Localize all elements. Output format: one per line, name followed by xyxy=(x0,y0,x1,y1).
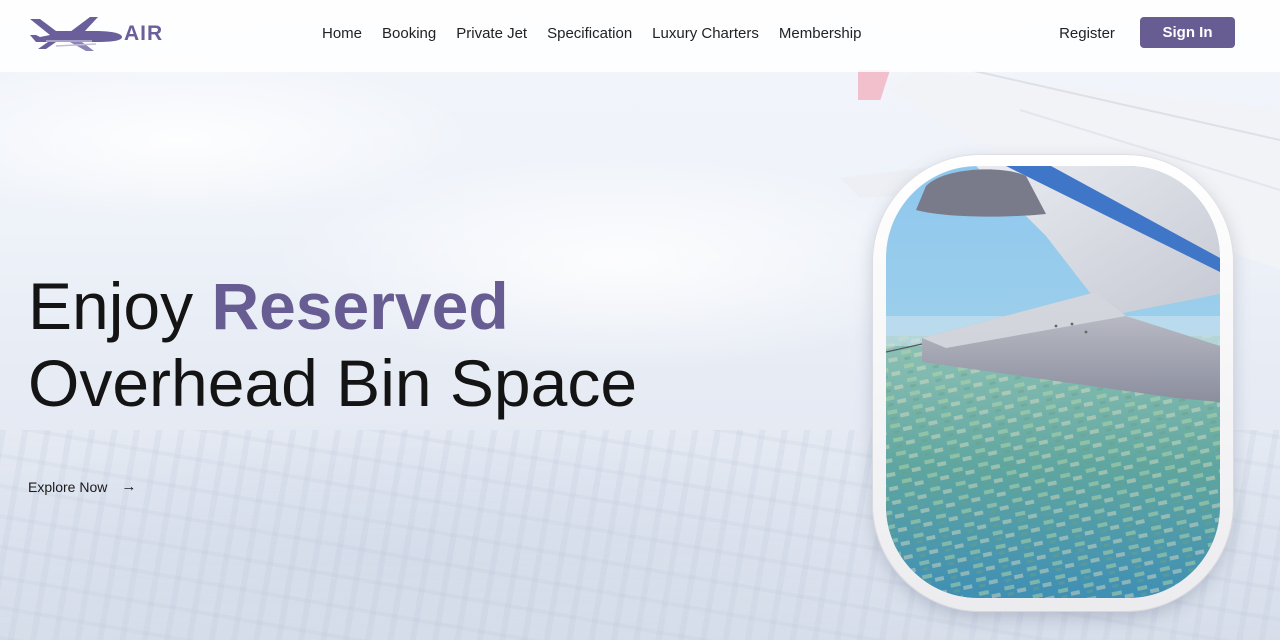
brand-name: AIR xyxy=(124,22,164,45)
hero-headline: Enjoy Reserved Overhead Bin Space xyxy=(28,268,728,422)
arrow-right-icon: → xyxy=(121,478,137,495)
window-wing-scene xyxy=(886,166,1220,598)
nav-item-booking[interactable]: Booking xyxy=(372,22,446,46)
nav-item-home[interactable]: Home xyxy=(312,22,372,46)
airplane-window-view xyxy=(886,166,1220,598)
airplane-icon xyxy=(30,17,122,51)
nav-item-specification[interactable]: Specification xyxy=(537,22,642,46)
top-navbar: AIR Home Booking Private Jet Specificati… xyxy=(0,0,1280,72)
sign-in-button[interactable]: Sign In xyxy=(1140,17,1235,48)
nav-item-private-jet[interactable]: Private Jet xyxy=(446,22,537,46)
headline-part1: Enjoy xyxy=(28,269,212,343)
register-link[interactable]: Register xyxy=(1048,22,1126,46)
explore-now-link[interactable]: Explore Now → xyxy=(28,476,136,498)
headline-line2: Overhead Bin Space xyxy=(28,346,638,420)
nav-item-membership[interactable]: Membership xyxy=(769,22,872,46)
headline-accent: Reserved xyxy=(211,269,509,343)
main-menu: Home Booking Private Jet Specification L… xyxy=(312,22,871,46)
nav-item-luxury-charters[interactable]: Luxury Charters xyxy=(642,22,769,46)
explore-now-label: Explore Now xyxy=(28,479,108,495)
brand-logo[interactable]: AIR xyxy=(26,10,176,54)
